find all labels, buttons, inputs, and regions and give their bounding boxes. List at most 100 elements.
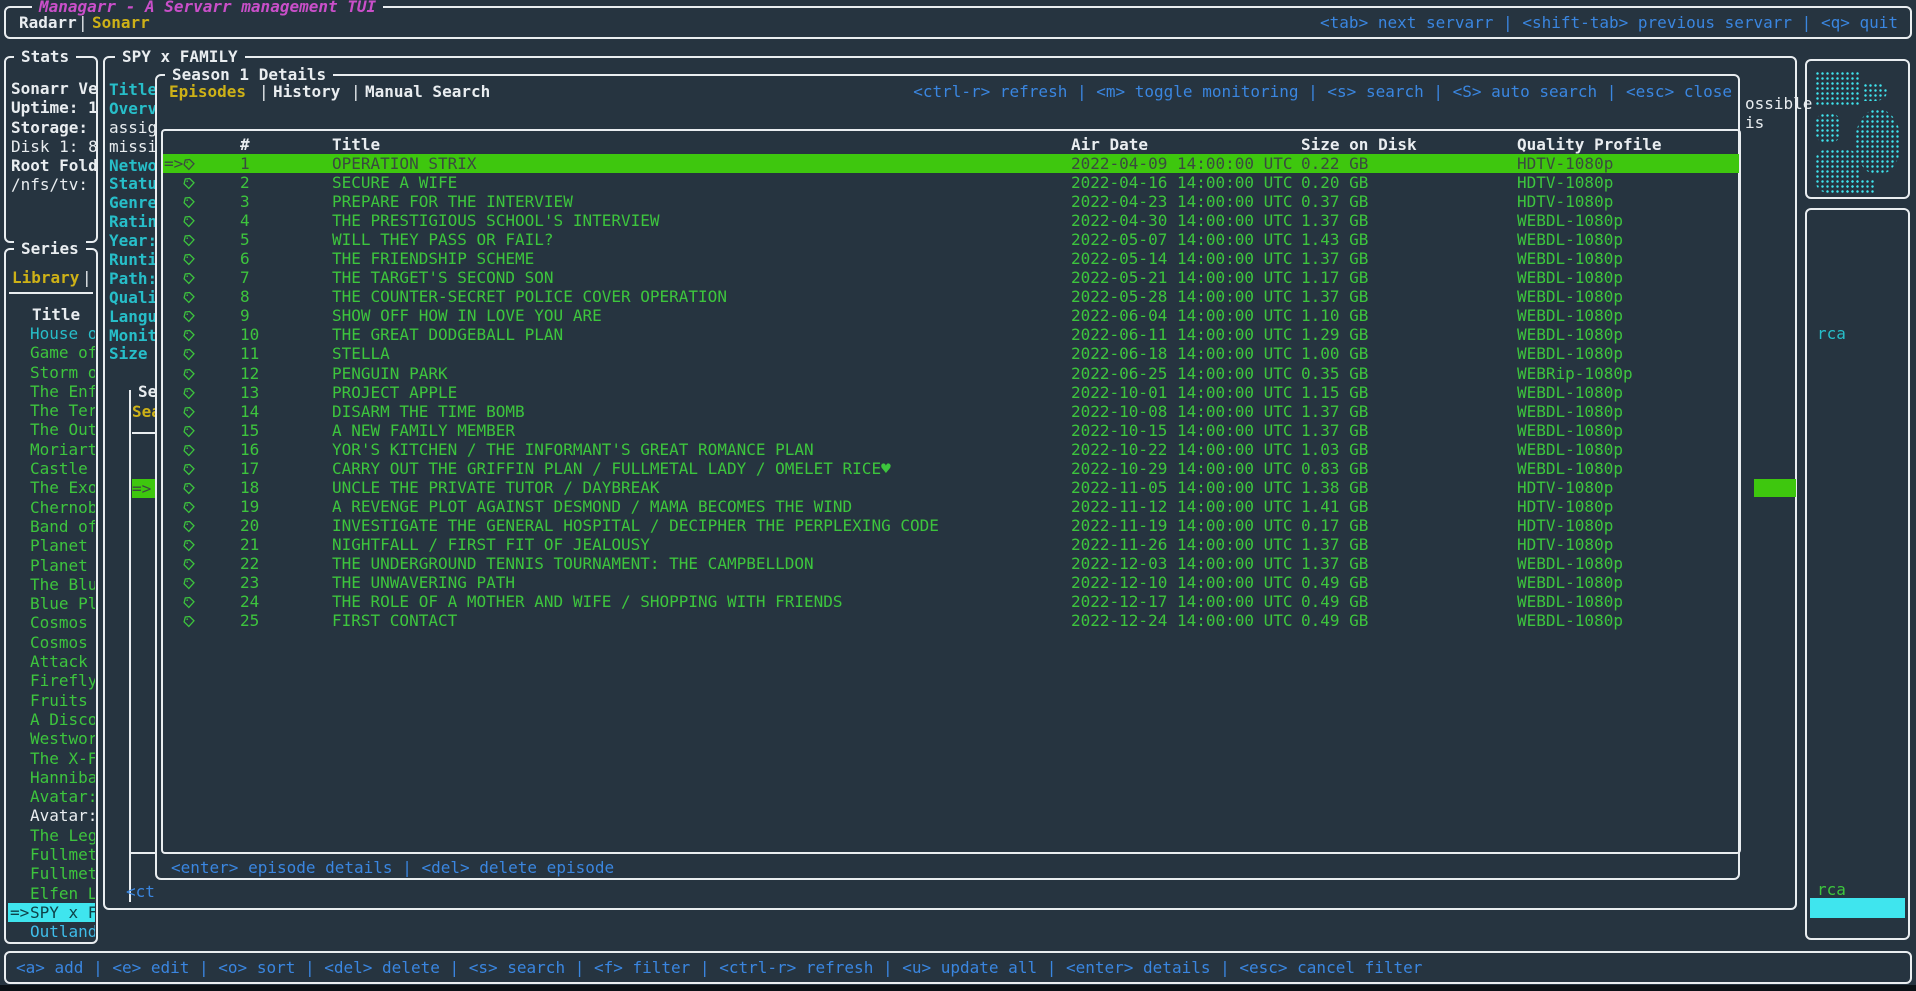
- series-list-item[interactable]: The X-F: [8, 749, 95, 768]
- series-list-item[interactable]: Moriart: [8, 440, 95, 459]
- episode-title: A NEW FAMILY MEMBER: [332, 421, 515, 440]
- series-list-item[interactable]: The Ter: [8, 401, 95, 420]
- table-row[interactable]: 23THE UNWAVERING PATH2022-12-10 14:00:00…: [163, 573, 1739, 592]
- table-row[interactable]: 6THE FRIENDSHIP SCHEME2022-05-14 14:00:0…: [163, 249, 1739, 268]
- episode-title: OPERATION STRIX: [332, 154, 477, 173]
- series-list-item[interactable]: =>SPY x F: [8, 903, 95, 922]
- tag-icon: [183, 253, 195, 266]
- managarr-terminal: Managarr - A Servarr management TUI Rada…: [0, 0, 1916, 991]
- series-list-item[interactable]: Attack: [8, 652, 95, 671]
- tab-radarr[interactable]: Radarr: [19, 13, 77, 32]
- episode-title: STELLA: [332, 344, 390, 363]
- series-title: The Leg: [30, 826, 95, 845]
- tag-icon: [183, 463, 195, 476]
- episode-air-date: 2022-04-16 14:00:00 UTC: [1071, 173, 1293, 192]
- series-list-item[interactable]: A Disco: [8, 710, 95, 729]
- tab-manual-search[interactable]: Manual Search: [365, 82, 490, 101]
- episode-title: PENGUIN PARK: [332, 364, 448, 383]
- tab-history[interactable]: History: [273, 82, 340, 101]
- series-list-item[interactable]: The Exo: [8, 478, 95, 497]
- series-detail-labels: TitleOvervassigmissiNetwoStatuGenreRatin…: [109, 80, 159, 363]
- series-list-item[interactable]: Fullmet: [8, 845, 95, 864]
- tag-icon: [183, 387, 195, 400]
- table-row[interactable]: 13PROJECT APPLE2022-10-01 14:00:00 UTC1.…: [163, 383, 1739, 402]
- episode-air-date: 2022-06-18 14:00:00 UTC: [1071, 344, 1293, 363]
- detail-field-label: Runti: [109, 250, 159, 269]
- column-header-title: Title: [332, 135, 380, 154]
- series-list-item[interactable]: Outland: [8, 922, 95, 941]
- series-list-item[interactable]: Game of: [8, 343, 95, 362]
- series-list-item[interactable]: Storm o: [8, 363, 95, 382]
- table-row[interactable]: 24THE ROLE OF A MOTHER AND WIFE / SHOPPI…: [163, 592, 1739, 611]
- table-row[interactable]: 19A REVENGE PLOT AGAINST DESMOND / MAMA …: [163, 497, 1739, 516]
- series-list-item[interactable]: Band of: [8, 517, 95, 536]
- series-list-item[interactable]: Avatar:: [8, 787, 95, 806]
- tag-icon: [183, 539, 195, 552]
- episode-quality: WEBDL-1080p: [1517, 211, 1623, 230]
- table-row[interactable]: 8THE COUNTER-SECRET POLICE COVER OPERATI…: [163, 287, 1739, 306]
- series-list-item[interactable]: Cosmos: [8, 613, 95, 632]
- series-list-item[interactable]: Fruits: [8, 691, 95, 710]
- tab-episodes[interactable]: Episodes: [169, 82, 246, 101]
- series-list-item[interactable]: Castle: [8, 459, 95, 478]
- series-list-item[interactable]: Planet: [8, 556, 95, 575]
- episode-size: 0.17 GB: [1301, 516, 1368, 535]
- series-list-item[interactable]: Firefly: [8, 671, 95, 690]
- series-title: The Blu: [30, 575, 95, 594]
- series-title: Planet: [30, 536, 88, 555]
- monitored-tag-icon[interactable]: [183, 613, 195, 632]
- series-list-item[interactable]: The Blu: [8, 575, 95, 594]
- episode-title: DISARM THE TIME BOMB: [332, 402, 525, 421]
- series-list-item[interactable]: The Leg: [8, 826, 95, 845]
- series-list-item[interactable]: Planet: [8, 536, 95, 555]
- series-list-item[interactable]: Avatar:: [8, 806, 95, 825]
- episode-air-date: 2022-12-10 14:00:00 UTC: [1071, 573, 1293, 592]
- series-list-item[interactable]: Hanniba: [8, 768, 95, 787]
- tag-icon: [183, 596, 195, 609]
- tab-library[interactable]: Library: [12, 268, 79, 287]
- stats-line: Uptime: 17: [11, 98, 97, 117]
- table-row[interactable]: 2SECURE A WIFE2022-04-16 14:00:00 UTC0.2…: [163, 173, 1739, 192]
- table-row[interactable]: 7THE TARGET'S SECOND SON2022-05-21 14:00…: [163, 268, 1739, 287]
- table-row[interactable]: 12PENGUIN PARK2022-06-25 14:00:00 UTC0.3…: [163, 364, 1739, 383]
- table-row[interactable]: =>1OPERATION STRIX2022-04-09 14:00:00 UT…: [163, 154, 1739, 173]
- table-row[interactable]: 14DISARM THE TIME BOMB2022-10-08 14:00:0…: [163, 402, 1739, 421]
- clipped-selection-bar: [1810, 898, 1905, 918]
- table-row[interactable]: 18UNCLE THE PRIVATE TUTOR / DAYBREAK2022…: [163, 478, 1739, 497]
- series-list-item[interactable]: Chernob: [8, 498, 95, 517]
- library-tab-separator: |: [82, 268, 92, 287]
- series-list-item[interactable]: Elfen L: [8, 884, 95, 903]
- episode-quality: WEBDL-1080p: [1517, 402, 1623, 421]
- tab-sonarr[interactable]: Sonarr: [92, 13, 150, 32]
- table-row[interactable]: 16YOR'S KITCHEN / THE INFORMANT'S GREAT …: [163, 440, 1739, 459]
- table-row[interactable]: 17CARRY OUT THE GRIFFIN PLAN / FULLMETAL…: [163, 459, 1739, 478]
- series-list-item[interactable]: The Out: [8, 420, 95, 439]
- table-row[interactable]: 4THE PRESTIGIOUS SCHOOL'S INTERVIEW2022-…: [163, 211, 1739, 230]
- episodes-table: # Title Air Date Size on Disk Quality Pr…: [161, 129, 1741, 854]
- series-list-item[interactable]: The Enf: [8, 382, 95, 401]
- table-row[interactable]: 21NIGHTFALL / FIRST FIT OF JEALOUSY2022-…: [163, 535, 1739, 554]
- episode-title: THE UNDERGROUND TENNIS TOURNAMENT: THE C…: [332, 554, 814, 573]
- series-list-item[interactable]: Cosmos: [8, 633, 95, 652]
- tag-icon: [183, 329, 195, 342]
- table-row[interactable]: 20INVESTIGATE THE GENERAL HOSPITAL / DEC…: [163, 516, 1739, 535]
- table-row[interactable]: 25FIRST CONTACT2022-12-24 14:00:00 UTC0.…: [163, 611, 1739, 630]
- table-row[interactable]: 10THE GREAT DODGEBALL PLAN2022-06-11 14:…: [163, 325, 1739, 344]
- table-row[interactable]: 5WILL THEY PASS OR FAIL?2022-05-07 14:00…: [163, 230, 1739, 249]
- detail-field-label: Langu: [109, 307, 159, 326]
- library-tab-underline: [9, 292, 93, 294]
- table-row[interactable]: 15A NEW FAMILY MEMBER2022-10-15 14:00:00…: [163, 421, 1739, 440]
- table-row[interactable]: 3PREPARE FOR THE INTERVIEW2022-04-23 14:…: [163, 192, 1739, 211]
- episode-size: 0.49 GB: [1301, 573, 1368, 592]
- series-title: Chernob: [30, 498, 95, 517]
- series-list-item[interactable]: Westwor: [8, 729, 95, 748]
- table-row[interactable]: 9SHOW OFF HOW IN LOVE YOU ARE2022-06-04 …: [163, 306, 1739, 325]
- table-row[interactable]: 11STELLA2022-06-18 14:00:00 UTC1.00 GBWE…: [163, 344, 1739, 363]
- episode-title: THE FRIENDSHIP SCHEME: [332, 249, 534, 268]
- series-list-item[interactable]: House o: [8, 324, 95, 343]
- series-list-item[interactable]: Blue Pl: [8, 594, 95, 613]
- tag-icon: [183, 406, 195, 419]
- tag-icon: [183, 615, 195, 628]
- table-row[interactable]: 22THE UNDERGROUND TENNIS TOURNAMENT: THE…: [163, 554, 1739, 573]
- series-list-item[interactable]: Fullmet: [8, 864, 95, 883]
